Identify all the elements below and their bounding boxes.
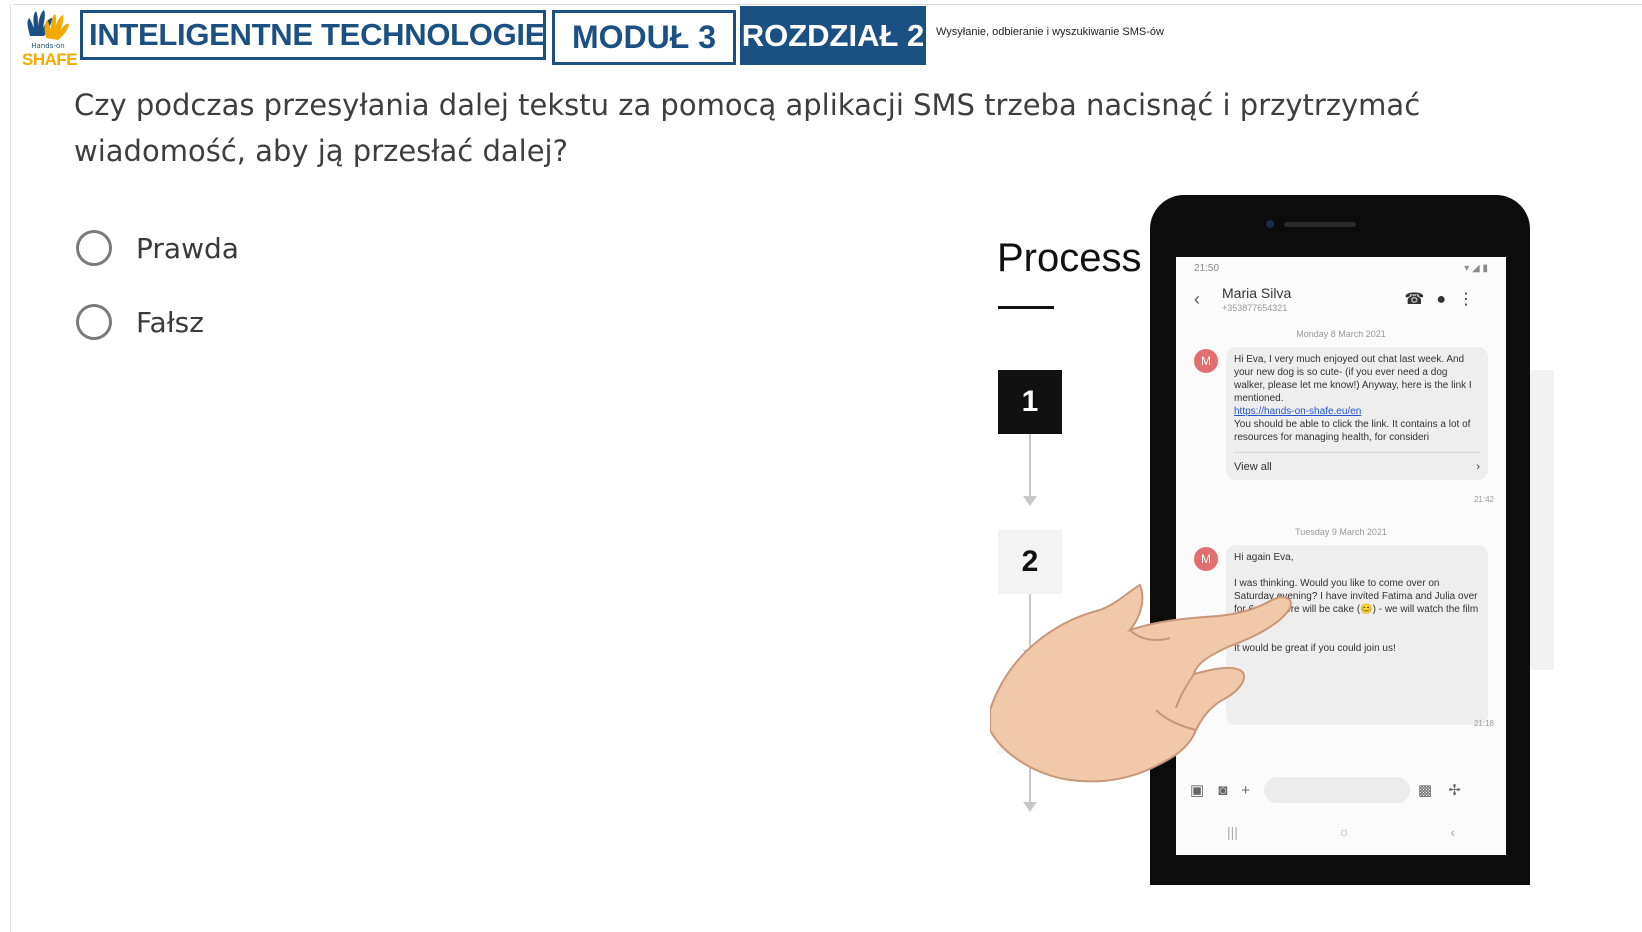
message-bubble: Hi Eva, I very much enjoyed out chat las… xyxy=(1226,347,1488,480)
message-time: 21:18 xyxy=(1473,719,1494,728)
status-icons: ▾ ◢ ▮ xyxy=(1464,263,1488,274)
contact-number: +353877654321 xyxy=(1222,303,1288,313)
message-time: 21:42 xyxy=(1473,495,1494,504)
course-title: INTELIGENTNE TECHNOLOGIE xyxy=(89,17,546,52)
back-arrow-icon: ‹ xyxy=(1194,289,1200,309)
frame-border-top xyxy=(14,4,1642,5)
shafe-logo: Hands-on SHAFE xyxy=(22,6,78,69)
message-text: Hi Eva, I very much enjoyed out chat las… xyxy=(1234,354,1472,404)
camera-icon: ◙ xyxy=(1218,781,1228,799)
module-label: MODUŁ 3 xyxy=(552,10,736,65)
message-bubble: Hi again Eva, I was thinking. Would you … xyxy=(1226,545,1488,725)
message-date: Monday 8 March 2021 xyxy=(1296,329,1386,339)
step-2: 2 xyxy=(998,530,1062,594)
view-all-button: View all › xyxy=(1234,452,1480,474)
step-1: 1 xyxy=(998,370,1062,434)
sticker-icon: ▩ xyxy=(1418,782,1433,799)
avatar: M xyxy=(1194,547,1218,571)
message-composer: ▣ ◙ + ▩ ✢ xyxy=(1190,772,1494,808)
chevron-right-icon: › xyxy=(1476,461,1480,473)
title-underline xyxy=(998,306,1054,309)
android-nav-bar: ||| ○ ‹ xyxy=(1176,817,1506,847)
course-title-box: INTELIGENTNE TECHNOLOGIE xyxy=(80,10,546,60)
hands-icon xyxy=(27,10,69,40)
message-greeting: Hi again Eva, xyxy=(1234,552,1294,563)
conversation-actions: ☎●⋮ xyxy=(1404,291,1486,308)
logo-name: SHAFE xyxy=(22,50,78,69)
earpiece xyxy=(1284,222,1356,227)
frame-border-left xyxy=(10,4,11,932)
gallery-icon: ▣ xyxy=(1190,782,1205,799)
send-icon: ✢ xyxy=(1448,782,1461,799)
recent-apps-icon: ||| xyxy=(1226,824,1238,840)
add-icon: + xyxy=(1241,781,1251,799)
contact-name: Maria Silva xyxy=(1222,285,1292,301)
step-connector xyxy=(1029,594,1031,654)
topic-title: Wysyłanie, odbieranie i wyszukiwanie SMS… xyxy=(936,26,1164,38)
message-closing: It would be great if you could join us! xyxy=(1234,643,1396,654)
message-text: You should be able to click the link. It… xyxy=(1234,419,1471,443)
logo-subtitle: Hands-on xyxy=(31,42,65,50)
answer-label: Fałsz xyxy=(136,305,204,339)
step-connector xyxy=(1029,434,1031,500)
quiz-question: Czy podczas przesyłania dalej tekstu za … xyxy=(74,88,1421,168)
radio-button[interactable] xyxy=(76,304,112,340)
process-illustration: Process 1 2 21:50 ▾ ◢ ▮ ‹ Maria Silva +3… xyxy=(990,190,1570,890)
arrow-down-icon xyxy=(1023,650,1037,660)
message-link: https://hands-on-shafe.eu/en xyxy=(1234,406,1362,417)
home-icon: ○ xyxy=(1339,824,1349,840)
phone-screen: 21:50 ▾ ◢ ▮ ‹ Maria Silva +353877654321 … xyxy=(1176,257,1506,855)
status-time: 21:50 xyxy=(1194,263,1220,274)
message-text: I was thinking. Would you like to come o… xyxy=(1234,578,1479,628)
arrow-down-icon xyxy=(1023,802,1037,812)
radio-button[interactable] xyxy=(76,230,112,266)
chapter-label: ROZDZIAŁ 2 xyxy=(740,6,926,65)
answer-option-true[interactable]: Prawda xyxy=(76,230,239,266)
camera-icon xyxy=(1266,220,1274,228)
message-date: Tuesday 9 March 2021 xyxy=(1295,527,1387,537)
smartphone: 21:50 ▾ ◢ ▮ ‹ Maria Silva +353877654321 … xyxy=(1150,195,1530,885)
back-icon: ‹ xyxy=(1450,824,1455,840)
avatar: M xyxy=(1194,349,1218,373)
arrow-down-icon xyxy=(1023,496,1037,506)
step-connector xyxy=(1029,754,1031,804)
message-input xyxy=(1264,777,1411,803)
process-title: Process xyxy=(997,236,1142,280)
answer-label: Prawda xyxy=(136,231,239,265)
view-all-label: View all xyxy=(1234,461,1272,473)
step-3 xyxy=(998,690,1062,754)
answer-option-false[interactable]: Fałsz xyxy=(76,304,204,340)
